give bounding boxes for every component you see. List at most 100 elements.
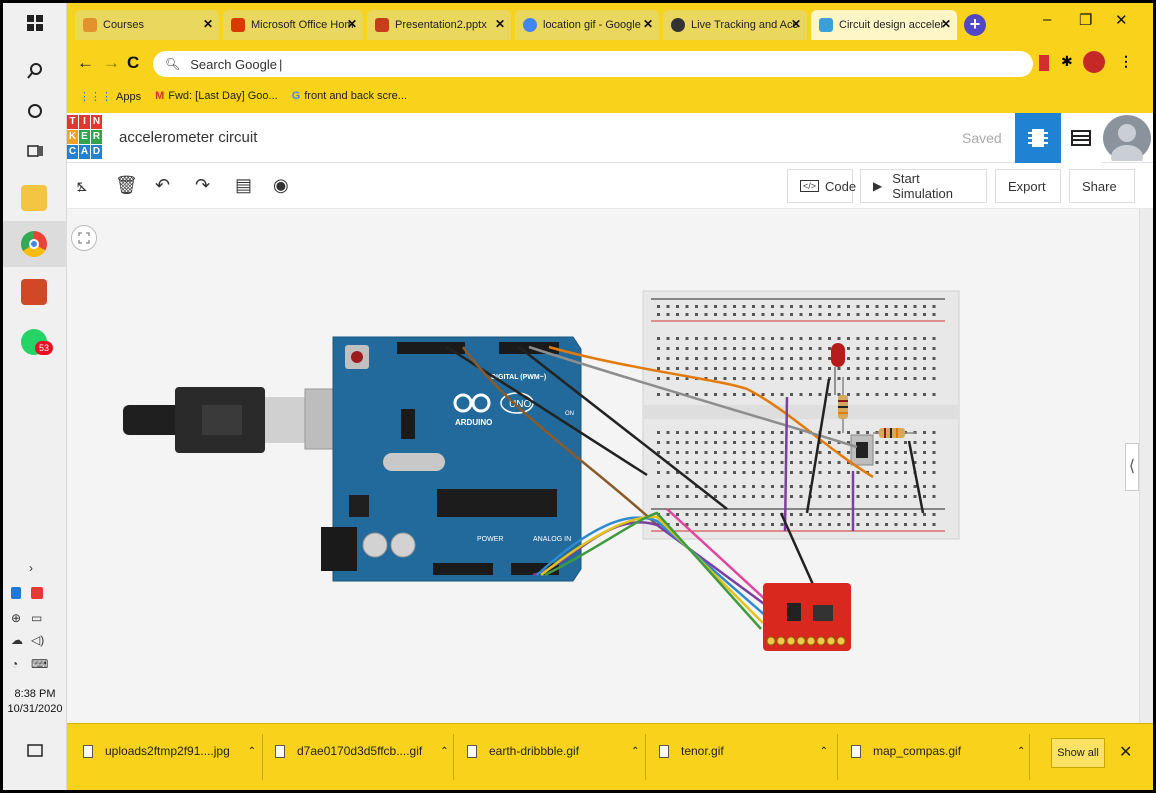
tab-circuit-design[interactable]: Circuit design acceler ✕	[811, 10, 957, 40]
restore-icon[interactable]: ❐	[1079, 11, 1092, 29]
arduino-brand-text: ARDUINO	[455, 418, 492, 427]
breadboard	[642, 290, 960, 540]
tinkercad-logo[interactable]: T I N K E R C A D	[67, 115, 103, 161]
analog-label: ANALOG IN	[533, 536, 571, 543]
whatsapp-icon[interactable]: 53	[21, 329, 53, 355]
action-center-icon[interactable]	[3, 731, 67, 771]
tinkercad-header: T I N K E R C A D accelerometer circuit …	[67, 113, 1153, 169]
share-button[interactable]: Share	[1069, 169, 1135, 203]
onedrive-icon[interactable]: ☁	[11, 633, 23, 647]
tab-courses[interactable]: Courses ✕	[75, 10, 219, 40]
extensions-icon[interactable]: ✱	[1061, 53, 1073, 70]
google-icon: G	[291, 90, 301, 102]
screen-frame: 53 › ⊕ ▭ ☁ ◁) ◔ ⌨ 8:38 PM 10/31/2020 Cou…	[0, 0, 1156, 793]
chevron-up-icon[interactable]: ⌃	[440, 746, 448, 757]
tab-title: Courses	[103, 19, 144, 31]
code-button[interactable]: </> Code	[787, 169, 856, 203]
file-icon	[659, 744, 669, 758]
cortana-icon[interactable]	[3, 91, 67, 131]
language-icon[interactable]: ⌨	[31, 657, 48, 671]
chevron-up-icon[interactable]: ⌃	[820, 746, 828, 757]
close-icon[interactable]: ✕	[643, 17, 653, 31]
omnibox-search-icon: 🔍︎	[165, 57, 181, 71]
chrome-menu-icon[interactable]: ⋮	[1119, 53, 1133, 70]
close-icon[interactable]: ✕	[941, 17, 951, 31]
window-close-icon[interactable]: ✕	[1115, 11, 1128, 29]
file-icon	[467, 744, 477, 758]
chevron-up-icon[interactable]: ⌃	[631, 746, 639, 757]
arduino-uno-board: ARDUINO UNO DIGITAL (PWM~) POWER ANALOG …	[321, 336, 582, 582]
download-item[interactable]: uploads2ftmp2f91....jpg ⌃	[83, 744, 256, 758]
system-clock[interactable]: 8:38 PM 10/31/2020	[3, 687, 67, 717]
close-icon[interactable]: ✕	[347, 17, 357, 31]
network-icon[interactable]: ⊕	[11, 611, 21, 625]
component-list-button[interactable]	[1061, 113, 1101, 163]
search-icon[interactable]	[3, 51, 67, 91]
side-panel-edge	[1139, 209, 1153, 723]
wifi-icon[interactable]: ◔	[11, 657, 18, 671]
tab-office[interactable]: Microsoft Office Hom ✕	[223, 10, 363, 40]
courses-favicon-icon	[83, 18, 97, 32]
accelerometer-module	[763, 583, 851, 651]
battery-icon[interactable]: ▭	[31, 611, 42, 625]
undo-icon[interactable]: ↶	[155, 175, 170, 196]
windows-icon[interactable]	[3, 3, 67, 43]
circuit-view-button[interactable]	[1015, 113, 1061, 163]
on-led-label: ON	[565, 411, 574, 417]
close-downloads-icon[interactable]: ✕	[1119, 742, 1132, 762]
bookmarks-bar: ⋮⋮⋮ Apps M Fwd: [Last Day] Goo... Gfront a…	[79, 86, 407, 106]
rotate-icon[interactable]: ⦩	[77, 175, 87, 196]
minimize-icon[interactable]: –	[1043, 11, 1051, 28]
project-title[interactable]: accelerometer circuit	[119, 129, 257, 146]
close-icon[interactable]: ✕	[791, 17, 801, 31]
circuit-canvas[interactable]: ARDUINO UNO DIGITAL (PWM~) POWER ANALOG …	[67, 209, 1139, 723]
close-icon[interactable]: ✕	[203, 17, 213, 31]
windows-taskbar: 53 › ⊕ ▭ ☁ ◁) ◔ ⌨ 8:38 PM 10/31/2020	[3, 3, 67, 790]
start-simulation-button[interactable]: ▶ Start Simulation	[860, 169, 987, 203]
redo-icon[interactable]: ↷	[195, 175, 210, 196]
notes-icon[interactable]: ▤	[235, 175, 252, 196]
tab-live-tracking[interactable]: Live Tracking and Acc ✕	[663, 10, 807, 40]
circuit-drawing: ARDUINO UNO DIGITAL (PWM~) POWER ANALOG …	[123, 290, 960, 651]
bookmark-google[interactable]: Gfront and back scre...	[292, 90, 407, 102]
chevron-up-icon[interactable]: ⌃	[1017, 746, 1025, 757]
file-icon	[83, 744, 93, 758]
show-hidden-icons-icon[interactable]: ›	[29, 561, 33, 575]
chevron-up-icon[interactable]: ⌃	[248, 746, 256, 757]
bluetooth-icon[interactable]	[11, 587, 21, 599]
reload-icon[interactable]: C	[127, 53, 139, 73]
tab-location-gif[interactable]: location gif - Google ✕	[515, 10, 659, 40]
tab-title: Presentation2.pptx	[395, 19, 487, 31]
visibility-icon[interactable]: ◉	[273, 175, 289, 196]
address-bar[interactable]: 🔍︎ Search Google |	[153, 51, 1033, 77]
download-item[interactable]: tenor.gif ⌃	[659, 744, 828, 758]
chrome-icon[interactable]	[21, 231, 47, 257]
volume-icon[interactable]: ◁)	[31, 633, 44, 647]
powerpoint-icon[interactable]	[21, 279, 47, 305]
tab-presentation[interactable]: Presentation2.pptx ✕	[367, 10, 511, 40]
task-view-icon[interactable]	[3, 131, 67, 171]
download-item[interactable]: map_compas.gif ⌃	[851, 744, 1025, 758]
clock-date: 10/31/2020	[7, 703, 63, 715]
expand-panel-chevron-icon[interactable]: ⟨	[1125, 443, 1139, 491]
tab-title: location gif - Google	[543, 19, 641, 31]
antivirus-icon[interactable]	[31, 587, 43, 599]
show-all-button[interactable]: Show all	[1051, 738, 1105, 768]
delete-icon[interactable]: 🗑︎	[115, 175, 138, 196]
download-item[interactable]: d7ae0170d3d5ffcb....gif ⌃	[275, 744, 449, 758]
profile-avatar[interactable]	[1083, 51, 1105, 73]
bookmark-gmail[interactable]: M Fwd: [Last Day] Goo...	[155, 90, 278, 102]
close-icon[interactable]: ✕	[495, 17, 505, 31]
forward-icon[interactable]: →	[103, 53, 120, 73]
back-icon[interactable]: ←	[77, 53, 94, 73]
code-icon: </>	[800, 180, 820, 192]
new-tab-button[interactable]: +	[964, 14, 986, 36]
file-icon	[851, 744, 861, 758]
file-explorer-icon[interactable]	[21, 185, 47, 211]
bookmark-apps[interactable]: ⋮⋮⋮ Apps	[79, 90, 141, 103]
user-avatar[interactable]	[1103, 115, 1151, 169]
download-item[interactable]: earth-dribbble.gif ⌃	[467, 744, 639, 758]
export-button[interactable]: Export	[995, 169, 1061, 203]
power-label: POWER	[477, 536, 503, 543]
bookmark-extension-icon[interactable]	[1039, 55, 1049, 71]
